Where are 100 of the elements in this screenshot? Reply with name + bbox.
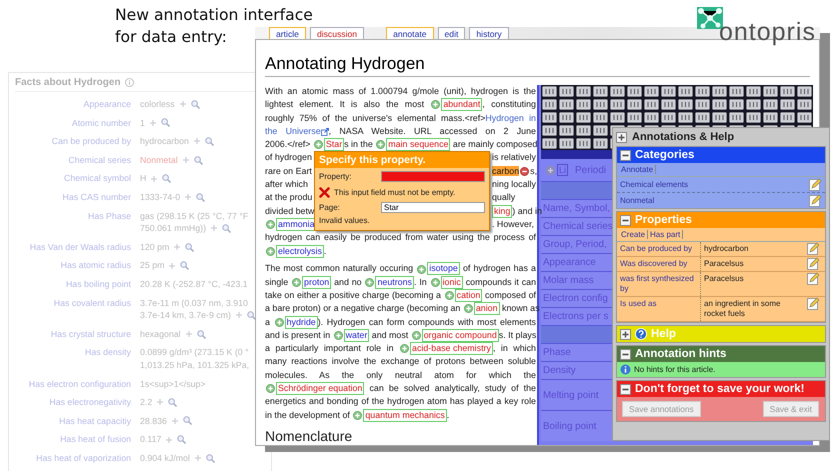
add-icon[interactable] bbox=[157, 399, 164, 406]
add-annotation-icon[interactable] bbox=[353, 410, 362, 420]
infobox-label: Density bbox=[543, 365, 576, 376]
section-title: Don't forget to save your work! bbox=[635, 383, 805, 395]
collapse-icon[interactable] bbox=[620, 214, 631, 226]
annotation-link[interactable]: water bbox=[344, 328, 370, 342]
add-icon[interactable] bbox=[172, 418, 178, 424]
search-icon[interactable] bbox=[196, 330, 206, 339]
add-annotation-icon[interactable] bbox=[266, 384, 275, 394]
add-icon[interactable] bbox=[169, 262, 176, 269]
add-annotation-icon[interactable] bbox=[334, 331, 343, 340]
annotation-link[interactable]: main sequence bbox=[386, 138, 450, 152]
tab[interactable]: edit bbox=[438, 27, 466, 39]
search-icon[interactable] bbox=[162, 174, 172, 184]
annotation-link[interactable]: organic compound bbox=[422, 328, 499, 342]
annotation-link[interactable]: acid-base chemistry bbox=[410, 342, 493, 356]
article-paragraph: hydrogen can easily be produced from water using the process of electrolysis . bbox=[265, 231, 536, 258]
search-icon[interactable] bbox=[246, 310, 256, 320]
input-field[interactable] bbox=[381, 171, 485, 182]
search-icon[interactable] bbox=[180, 261, 190, 270]
collapse-icon[interactable] bbox=[620, 384, 631, 394]
search-icon[interactable] bbox=[168, 398, 178, 407]
edit-icon[interactable] bbox=[809, 194, 822, 207]
annotation-link[interactable]: isotope bbox=[427, 262, 460, 276]
add-annotation-icon[interactable] bbox=[431, 100, 440, 110]
annotation-link[interactable]: neutrons bbox=[375, 276, 414, 289]
tab[interactable]: discussion bbox=[310, 27, 364, 39]
search-icon[interactable] bbox=[222, 224, 232, 233]
add-annotation-icon[interactable] bbox=[376, 140, 386, 150]
annotation-link[interactable]: king bbox=[492, 204, 512, 218]
edit-icon[interactable] bbox=[807, 297, 820, 310]
annotation-link[interactable]: cation bbox=[454, 288, 482, 302]
add-annotation-icon[interactable] bbox=[292, 278, 302, 287]
external-link[interactable]: the Universe bbox=[265, 126, 321, 136]
search-icon[interactable] bbox=[185, 242, 194, 252]
search-icon[interactable] bbox=[194, 156, 203, 165]
search-icon[interactable] bbox=[182, 416, 192, 426]
tab[interactable]: article bbox=[269, 27, 306, 39]
edit-icon[interactable] bbox=[807, 257, 820, 270]
annotation-link[interactable]: electrolysis bbox=[276, 244, 324, 258]
toolbar-link[interactable]: Create bbox=[619, 230, 648, 239]
search-icon[interactable] bbox=[204, 136, 214, 146]
annotation-link[interactable]: quantum mechanics bbox=[363, 408, 447, 422]
section-header[interactable]: Don't forget to save your work! bbox=[617, 381, 825, 397]
search-icon[interactable] bbox=[190, 100, 200, 109]
annotation-link[interactable]: anion bbox=[474, 302, 500, 316]
add-annotation-icon[interactable] bbox=[266, 246, 275, 256]
add-icon[interactable] bbox=[151, 176, 158, 182]
external-link[interactable]: Hydrogen in bbox=[485, 112, 536, 123]
expand-icon[interactable] bbox=[620, 328, 631, 340]
annotation-link[interactable]: ionic bbox=[440, 276, 463, 289]
search-icon[interactable] bbox=[177, 435, 186, 444]
toolbar-link[interactable]: Has part bbox=[648, 230, 684, 239]
add-annotation-icon[interactable] bbox=[417, 264, 426, 274]
infobox-label: Name, Symbol, bbox=[543, 203, 610, 214]
add-icon[interactable] bbox=[185, 194, 192, 200]
section-header[interactable]: Annotation hints bbox=[617, 346, 825, 362]
add-icon[interactable] bbox=[186, 331, 192, 338]
add-annotation-icon[interactable] bbox=[464, 304, 473, 314]
add-icon[interactable] bbox=[166, 436, 172, 443]
edit-icon[interactable] bbox=[807, 242, 820, 255]
toolbar-link[interactable]: Annotate bbox=[619, 165, 656, 174]
search-icon[interactable] bbox=[160, 118, 170, 128]
add-icon[interactable] bbox=[236, 312, 242, 318]
input-field[interactable]: Star bbox=[381, 202, 485, 213]
edit-icon[interactable] bbox=[807, 272, 820, 285]
tab[interactable]: annotate bbox=[386, 27, 434, 39]
add-icon[interactable] bbox=[180, 101, 186, 108]
info-icon[interactable] bbox=[124, 78, 134, 87]
annotation-link[interactable]: proton bbox=[302, 276, 332, 289]
add-annotation-icon[interactable] bbox=[444, 291, 454, 300]
highlighted-link[interactable]: carbon bbox=[492, 166, 520, 176]
edit-icon[interactable] bbox=[809, 178, 822, 191]
annotation-link[interactable]: hydride bbox=[284, 316, 318, 329]
remove-annotation-icon[interactable] bbox=[520, 166, 530, 176]
add-icon[interactable] bbox=[545, 164, 556, 176]
expand-icon[interactable] bbox=[616, 132, 627, 142]
collapse-icon[interactable] bbox=[620, 150, 631, 160]
add-icon[interactable] bbox=[182, 157, 189, 164]
annotation-link[interactable]: Schrödinger equation bbox=[276, 382, 364, 396]
collapse-icon[interactable] bbox=[620, 348, 631, 360]
add-annotation-icon[interactable] bbox=[365, 278, 374, 287]
add-icon[interactable] bbox=[211, 225, 218, 232]
section-header[interactable]: Categories bbox=[617, 147, 825, 163]
search-icon[interactable] bbox=[206, 454, 215, 463]
infobox-label: Boiling point bbox=[543, 420, 596, 432]
add-annotation-icon[interactable] bbox=[412, 331, 421, 340]
add-icon[interactable] bbox=[194, 138, 200, 144]
search-icon[interactable] bbox=[196, 192, 206, 202]
add-annotation-icon[interactable] bbox=[400, 344, 410, 354]
add-annotation-icon[interactable] bbox=[266, 220, 275, 230]
tab[interactable]: history bbox=[469, 27, 509, 39]
annotation-link[interactable]: abundant bbox=[441, 98, 482, 112]
add-icon[interactable] bbox=[150, 120, 156, 126]
add-annotation-icon[interactable] bbox=[430, 278, 440, 287]
add-icon[interactable] bbox=[194, 455, 201, 462]
add-annotation-icon[interactable] bbox=[274, 318, 284, 327]
add-annotation-icon[interactable] bbox=[314, 140, 323, 150]
annotation-link[interactable]: Star bbox=[324, 138, 344, 152]
add-icon[interactable] bbox=[174, 244, 180, 250]
